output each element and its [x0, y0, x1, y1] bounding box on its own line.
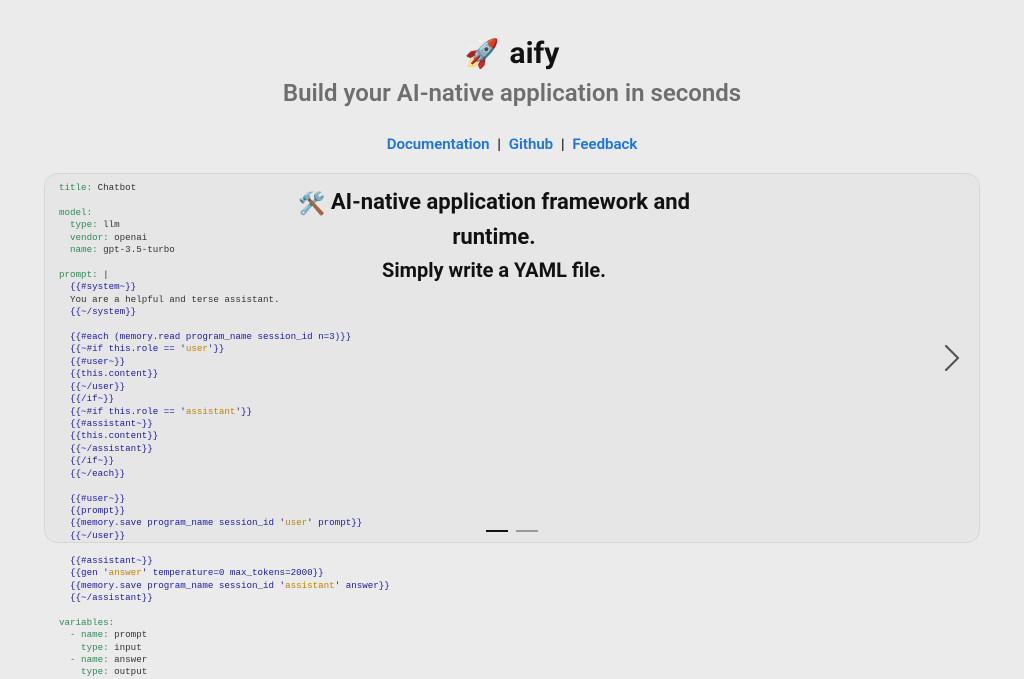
chevron-right-icon — [943, 343, 961, 373]
card-headline-text-2: runtime. — [452, 225, 535, 250]
card-subline: Simply write a YAML file. — [61, 258, 927, 282]
carousel-next-button[interactable] — [943, 343, 961, 373]
link-separator: | — [490, 135, 509, 153]
carousel-indicator-2[interactable] — [516, 530, 538, 533]
carousel-indicators — [486, 530, 538, 533]
feature-card: title: Chatbot model: type: llm vendor: … — [44, 173, 980, 543]
link-separator: | — [553, 135, 572, 153]
card-headline-text-1: AI-native application framework and — [331, 190, 690, 215]
card-headline: 🛠️ AI-native application framework and r… — [61, 186, 927, 254]
feedback-link[interactable]: Feedback — [572, 135, 637, 153]
yaml-code-block: title: Chatbot model: type: llm vendor: … — [59, 182, 390, 679]
documentation-link[interactable]: Documentation — [387, 135, 490, 153]
top-links: Documentation | Github | Feedback — [44, 135, 980, 153]
page-header: 🚀 aify Build your AI-native application … — [44, 0, 980, 107]
rocket-icon: 🚀 — [465, 40, 500, 68]
tools-icon: 🛠️ — [298, 192, 325, 217]
carousel-indicator-1[interactable] — [486, 530, 508, 533]
github-link[interactable]: Github — [509, 135, 553, 153]
site-subtitle: Build your AI-native application in seco… — [44, 79, 980, 107]
site-title: aify — [510, 36, 560, 71]
